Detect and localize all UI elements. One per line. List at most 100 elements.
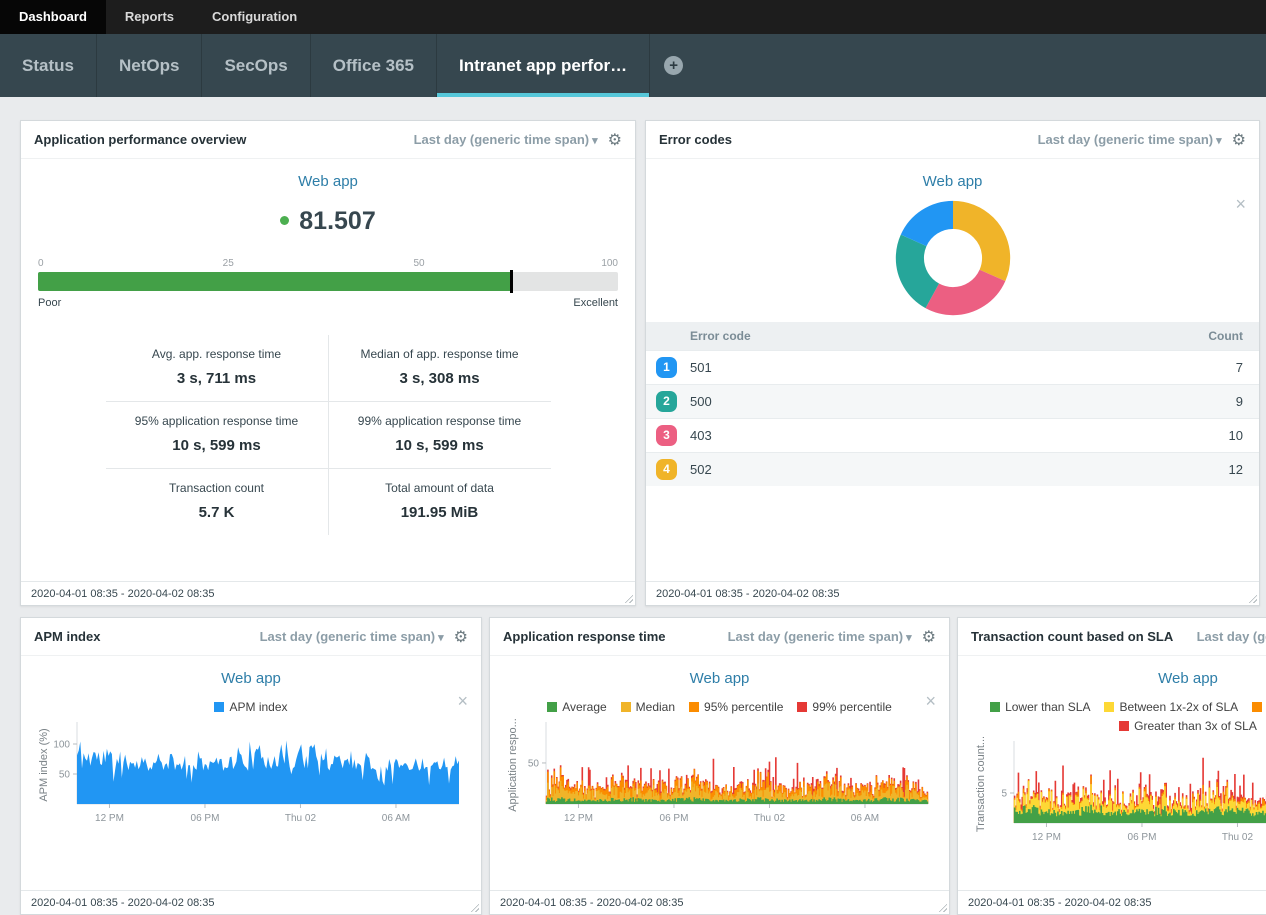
footer-timerange: 2020-04-01 08:35 - 2020-04-02 08:35 [656,588,839,600]
timespan-dropdown[interactable]: Last day (generic time span)▾ [728,629,912,644]
svg-text:12 PM: 12 PM [1032,832,1061,843]
timespan-dropdown[interactable]: Last day (generic time span)▾ [1197,629,1266,644]
widget-title: APM index [34,629,100,644]
legend-swatch [547,702,557,712]
widget-title: Application response time [503,629,666,644]
metric-label: Total amount of data [337,481,543,495]
caret-down-icon: ▾ [592,135,598,147]
gauge-ticks: 02550100 [38,258,618,272]
timespan-dropdown[interactable]: Last day (generic time span)▾ [414,132,598,147]
legend-item: Lower than SLA [990,700,1090,714]
legend-swatch [689,702,699,712]
tab-intranet-app-performance[interactable]: Intranet app perfor… [437,34,650,97]
metric-cell: Avg. app. response time 3 s, 711 ms [106,335,329,402]
legend-item: APM index [214,700,287,714]
widget-footer: 2020-04-01 08:35 - 2020-04-02 08:35 [21,890,481,914]
gauge-excellent-label: Excellent [573,297,618,309]
close-icon[interactable]: × [457,692,468,710]
svg-text:12 PM: 12 PM [95,813,124,824]
legend-swatch [797,702,807,712]
response-time-chart: 5012 PM06 PMThu 0206 AMApplication respo… [500,718,940,834]
gauge-tick: 0 [38,258,44,269]
widget-transaction-count-sla: Transaction count based on SLA Last day … [957,617,1266,915]
tab-netops[interactable]: NetOps [97,34,202,97]
metric-label: Transaction count [114,481,320,495]
svg-text:Transaction count...: Transaction count... [975,737,987,832]
dashboard-tabbar: Status NetOps SecOps Office 365 Intranet… [0,34,1266,97]
gauge-fill [38,272,512,291]
menu-reports[interactable]: Reports [106,0,193,34]
widget-header: Transaction count based on SLA Last day … [958,618,1266,656]
svg-text:12 PM: 12 PM [564,813,593,824]
legend-swatch [1119,721,1129,731]
footer-timerange: 2020-04-01 08:35 - 2020-04-02 08:35 [31,588,214,600]
close-icon[interactable]: × [1235,195,1246,213]
metric-cell: Total amount of data 191.95 MiB [328,469,551,536]
count-cell: 7 [1000,351,1259,385]
add-tab-button[interactable]: + [664,56,683,75]
metric-value: 10 s, 599 ms [337,437,543,454]
caret-down-icon: ▾ [1216,135,1222,147]
resize-handle[interactable] [468,901,479,912]
chart-legend: Lower than SLA Between 1x-2x of SLA Betw… [966,700,1266,733]
legend-swatch [621,702,631,712]
rank-badge: 1 [656,357,677,378]
widget-header: Application performance overview Last da… [21,121,635,159]
metric-value: 10 s, 599 ms [114,437,320,454]
svg-text:Application respo...: Application respo... [507,718,519,812]
table-row[interactable]: 1 501 7 [646,351,1259,385]
widget-application-response-time: Application response time Last day (gene… [489,617,950,915]
widget-title: Application performance overview [34,132,246,147]
metrics-grid: Avg. app. response time3 s, 711 ms Media… [106,335,551,535]
svg-text:APM index (%): APM index (%) [38,728,50,801]
gauge-marker [510,270,513,293]
gauge-labels: Poor Excellent [38,297,618,309]
close-icon[interactable]: × [925,692,936,710]
gear-icon[interactable]: ⚙ [1232,130,1246,150]
svg-text:06 PM: 06 PM [1128,832,1157,843]
legend-label: Greater than 3x of SLA [1134,719,1257,733]
legend-item: Average [547,700,606,714]
chart-legend: Average Median 95% percentile 99% percen… [498,700,941,714]
svg-text:06 PM: 06 PM [191,813,220,824]
tab-office365[interactable]: Office 365 [311,34,437,97]
gear-icon[interactable]: ⚙ [922,627,936,647]
table-row[interactable]: 2 500 9 [646,385,1259,419]
gauge-tick: 100 [601,258,618,269]
resize-handle[interactable] [936,901,947,912]
menu-dashboard[interactable]: Dashboard [0,0,106,34]
timespan-label: Last day (generic time span) [1038,132,1214,147]
apm-score-value: 81.507 [299,207,375,235]
menu-configuration[interactable]: Configuration [193,0,316,34]
timespan-dropdown[interactable]: Last day (generic time span)▾ [1038,132,1222,147]
resize-handle[interactable] [1246,592,1257,603]
widget-footer: 2020-04-01 08:35 - 2020-04-02 08:35 [958,890,1266,914]
resize-handle[interactable] [622,592,633,603]
apm-gauge: 02550100 Poor Excellent [38,258,618,309]
metric-value: 3 s, 711 ms [114,370,320,387]
table-row[interactable]: 4 502 12 [646,453,1259,487]
rank-badge: 4 [656,459,677,480]
metric-value: 191.95 MiB [337,504,543,521]
error-code-column-header: Error code [690,322,1000,351]
widget-footer: 2020-04-01 08:35 - 2020-04-02 08:35 [21,581,635,605]
metric-label: 99% application response time [337,414,543,428]
gear-icon[interactable]: ⚙ [454,627,468,647]
footer-timerange: 2020-04-01 08:35 - 2020-04-02 08:35 [31,897,214,909]
svg-text:06 AM: 06 AM [382,813,410,824]
gauge-bar [38,272,618,291]
widget-title: Error codes [659,132,732,147]
gear-icon[interactable]: ⚙ [608,130,622,150]
svg-text:50: 50 [59,770,71,781]
tab-status[interactable]: Status [0,34,97,97]
widget-title: Transaction count based on SLA [971,629,1173,644]
legend-swatch [214,702,224,712]
timespan-label: Last day (generic time span) [1197,629,1266,644]
svg-text:50: 50 [527,758,539,769]
status-dot-icon [280,216,289,225]
timespan-dropdown[interactable]: Last day (generic time span)▾ [260,629,444,644]
legend-label: Between 1x-2x of SLA [1119,700,1238,714]
table-row[interactable]: 3 403 10 [646,419,1259,453]
metric-label: Avg. app. response time [114,347,320,361]
tab-secops[interactable]: SecOps [202,34,310,97]
